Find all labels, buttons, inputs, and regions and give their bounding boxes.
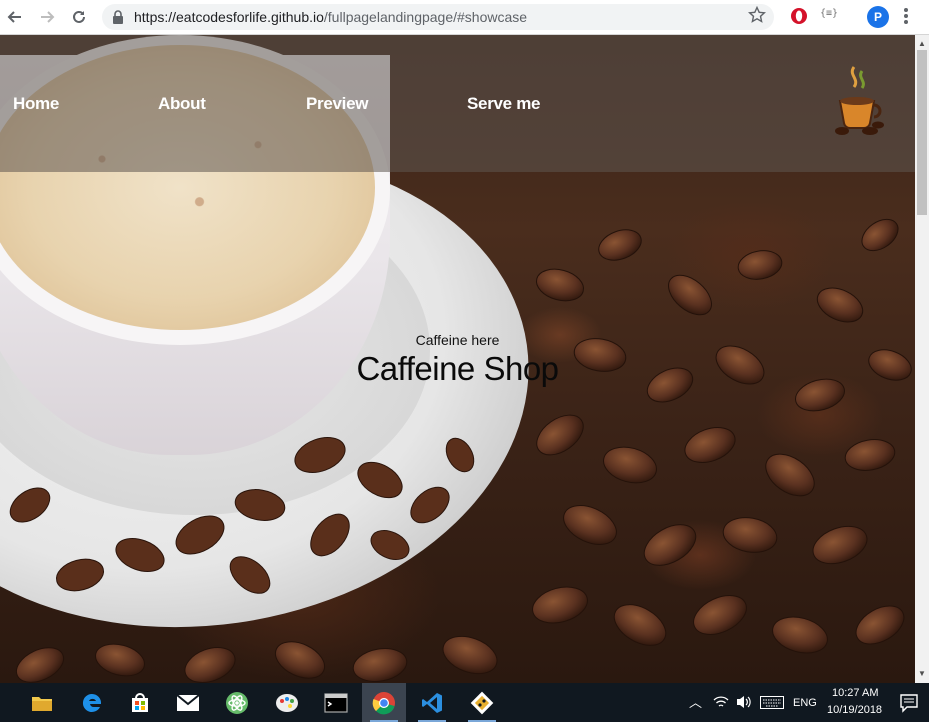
json-viewer-extension-icon[interactable]: {≡} [820, 8, 838, 19]
taskbar-terminal[interactable] [314, 683, 358, 722]
hero-subtitle: Caffeine here [415, 332, 500, 348]
taskbar-mail[interactable] [166, 683, 210, 722]
browser-toolbar: https://eatcodesforlife.github.io/fullpa… [0, 0, 929, 35]
atom-icon [226, 691, 248, 714]
chevron-up-icon[interactable]: ︿ [689, 692, 702, 711]
taskbar-paint[interactable] [265, 683, 309, 722]
wifi-icon[interactable] [713, 695, 729, 709]
taskbar-store[interactable] [118, 683, 162, 722]
menu-dots-icon[interactable] [903, 7, 909, 25]
paint-icon [276, 693, 298, 712]
back-arrow-icon [7, 11, 21, 23]
git-icon [470, 691, 494, 714]
file-explorer-icon [32, 696, 52, 711]
lock-icon [113, 10, 123, 24]
reload-icon [73, 10, 85, 23]
back-button[interactable] [4, 6, 26, 28]
volume-icon[interactable] [735, 694, 753, 710]
url-text: https://eatcodesforlife.github.io/fullpa… [134, 9, 527, 25]
language-indicator[interactable]: ENG [793, 697, 817, 709]
chrome-icon [372, 691, 395, 714]
action-center-icon[interactable] [899, 693, 919, 713]
keyboard-icon[interactable] [760, 696, 784, 709]
nav-home-link[interactable]: Home [13, 94, 59, 114]
mail-icon [176, 693, 200, 711]
forward-arrow-icon [41, 11, 55, 23]
taskbar-edge[interactable] [70, 683, 114, 722]
coffee-logo-icon[interactable] [830, 63, 886, 139]
nav-about-link[interactable]: About [158, 94, 206, 114]
edge-icon [82, 693, 102, 712]
profile-avatar[interactable]: P [867, 6, 889, 28]
reload-button[interactable] [68, 6, 90, 28]
nav-serve-me-link[interactable]: Serve me [467, 94, 541, 114]
scroll-thumb[interactable] [917, 50, 927, 215]
bookmark-star-icon[interactable] [748, 6, 766, 24]
terminal-icon [324, 692, 348, 713]
opera-extension-icon[interactable] [790, 7, 808, 25]
hero-title: Caffeine Shop [356, 350, 559, 387]
vscode-icon [422, 692, 442, 713]
taskbar-atom[interactable] [215, 683, 259, 722]
scroll-up-arrow-icon[interactable]: ▲ [918, 39, 926, 48]
taskbar-vscode[interactable] [410, 683, 454, 722]
taskbar-chrome[interactable] [362, 683, 406, 722]
nav-preview-link[interactable]: Preview [306, 94, 368, 114]
address-bar[interactable]: https://eatcodesforlife.github.io/fullpa… [102, 4, 774, 30]
vertical-scrollbar[interactable]: ▲ ▼ [915, 35, 929, 683]
clock-time[interactable]: 10:27 AM [832, 687, 878, 699]
windows-taskbar: ︿ ENG 10:27 AM 10/19/2018 [0, 683, 929, 722]
page-viewport: Home About Preview Serve me Caffeine her… [0, 35, 915, 683]
store-icon [132, 692, 148, 712]
taskbar-file-explorer[interactable] [20, 683, 64, 722]
url-path: /fullpagelandingpage/#showcase [323, 9, 528, 25]
top-navigation: Home About Preview Serve me [0, 35, 915, 172]
forward-button[interactable] [36, 6, 58, 28]
clock-date[interactable]: 10/19/2018 [827, 704, 882, 716]
scroll-down-arrow-icon[interactable]: ▼ [918, 669, 926, 678]
url-host: https://eatcodesforlife.github.io [134, 9, 324, 25]
taskbar-git[interactable] [460, 683, 504, 722]
